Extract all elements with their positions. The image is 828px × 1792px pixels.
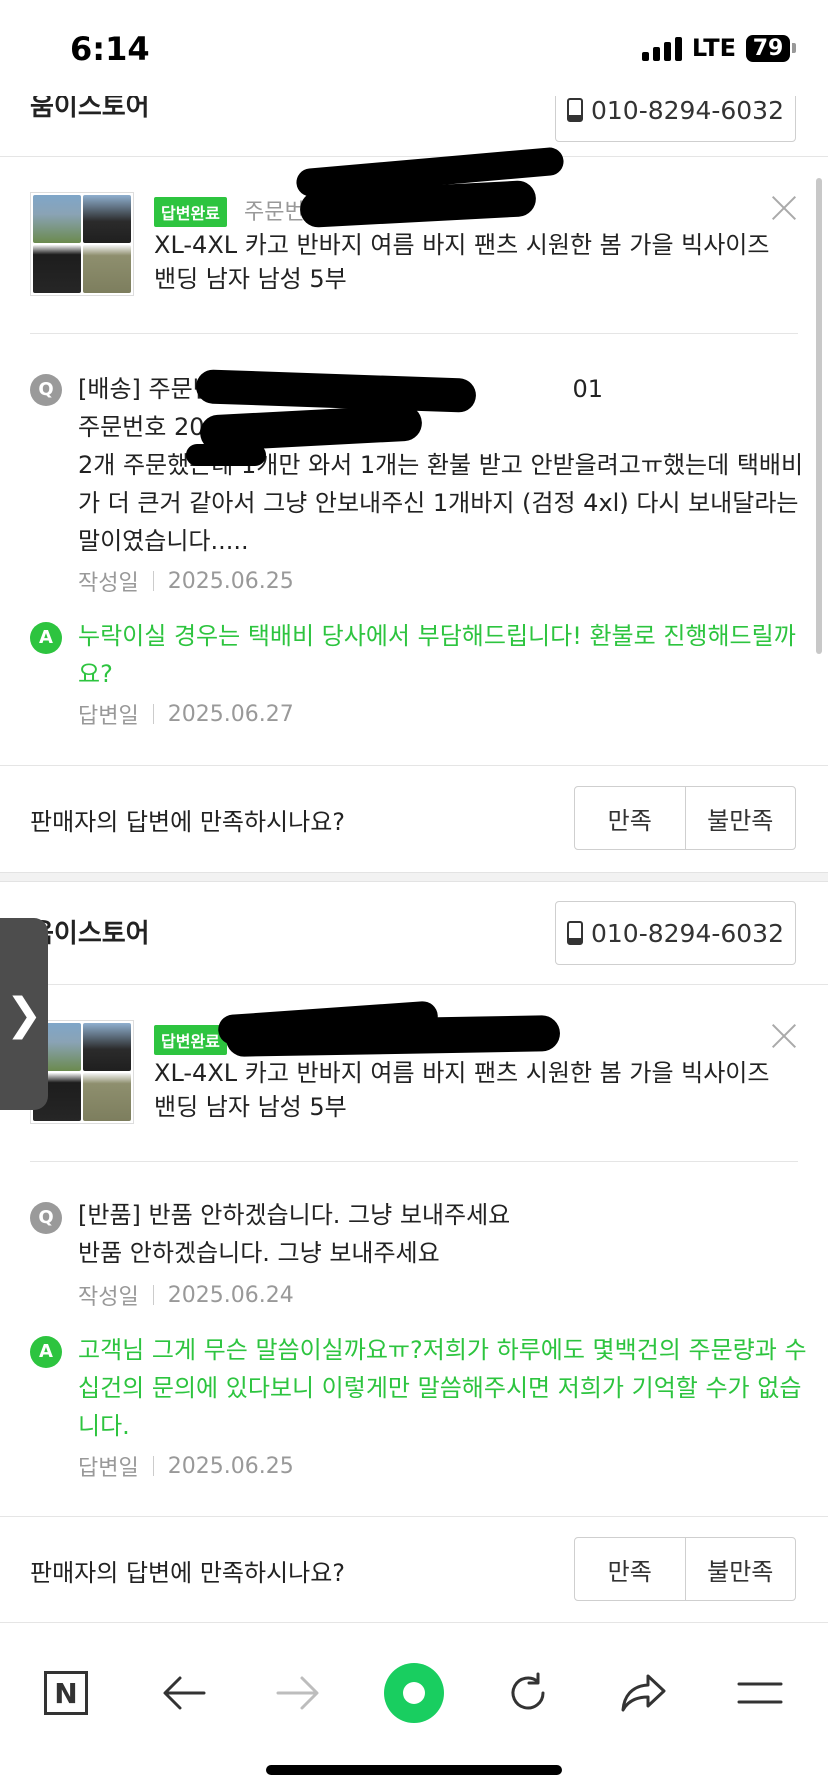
question-date-row: 작성일 2025.06.25 <box>78 565 294 597</box>
answer-text: 고객님 그게 무슨 말씀이실까요ㅠ?저희가 하루에도 몇백건의 주문량과 수 십… <box>78 1331 807 1445</box>
answer-line: 누락이실 경우는 택배비 당사에서 부담해드립니다! 환불로 진행해드릴까 <box>78 622 796 650</box>
answer-line: 니다. <box>78 1412 130 1440</box>
question-date-row: 작성일 2025.06.24 <box>78 1279 294 1311</box>
question-icon: Q <box>30 1202 62 1234</box>
answer-icon: A <box>30 1336 62 1368</box>
unsatisfied-button[interactable]: 불만족 <box>684 787 796 849</box>
question-date: 2025.06.24 <box>167 1282 294 1308</box>
question-date-label: 작성일 <box>78 571 139 596</box>
phone-icon <box>566 98 583 122</box>
status-indicators: LTE 79 <box>641 34 796 62</box>
satisfied-button[interactable]: 만족 <box>575 1538 685 1600</box>
answer-date-label: 답변일 <box>78 1456 139 1481</box>
answer-date: 2025.06.27 <box>167 701 294 727</box>
divider <box>30 1161 798 1162</box>
menu-button[interactable] <box>720 1653 800 1733</box>
product-title[interactable]: XL-4XL 카고 반바지 여름 바지 팬츠 시원한 봄 가을 빅사이즈 밴딩 … <box>154 228 774 296</box>
back-button[interactable] <box>144 1653 224 1733</box>
browser-toolbar: N <box>0 1622 828 1792</box>
question-line: 주문번호 20 <box>78 413 205 441</box>
refresh-button[interactable] <box>488 1653 568 1733</box>
answer-line: 십건의 문의에 있다보니 이렇게만 말씀해주시면 저희가 기억할 수가 없습 <box>78 1374 802 1402</box>
battery-level: 79 <box>746 34 790 62</box>
question-line: 말이였습니다..... <box>78 527 249 555</box>
answer-icon: A <box>30 622 62 654</box>
store-header: 움이스토어 010-8294-6032 <box>0 895 828 980</box>
redaction-mark <box>225 1015 561 1057</box>
answer-line: 요? <box>78 660 113 688</box>
back-arrow-icon <box>163 1676 206 1710</box>
product-title[interactable]: XL-4XL 카고 반바지 여름 바지 팬츠 시원한 봄 가을 빅사이즈 밴딩 … <box>154 1056 774 1124</box>
home-indicator[interactable] <box>266 1765 562 1775</box>
satisfied-button[interactable]: 만족 <box>575 787 685 849</box>
answer-date: 2025.06.25 <box>167 1453 294 1479</box>
redaction-mark <box>186 444 266 466</box>
battery-icon: 79 <box>746 34 796 62</box>
feedback-buttons: 만족 불만족 <box>574 786 796 850</box>
phone-number: 010-8294-6032 <box>590 95 784 125</box>
naver-home-button[interactable]: N <box>26 1653 106 1733</box>
question-line: [반품] 반품 안하겠습니다. 그냥 보내주세요 <box>78 1201 511 1229</box>
scrollbar[interactable] <box>816 178 822 654</box>
divider <box>0 156 828 157</box>
answer-line: 고객님 그게 무슨 말씀이실까요ㅠ?저희가 하루에도 몇백건의 주문량과 수 <box>78 1336 807 1364</box>
answer-date-row: 답변일 2025.06.27 <box>78 698 294 730</box>
divider <box>0 1516 828 1517</box>
share-icon <box>621 1674 666 1712</box>
card-separator <box>0 872 828 882</box>
question-line: 반품 안하겠습니다. 그냥 보내주세요 <box>78 1239 440 1267</box>
menu-icon <box>737 1682 783 1704</box>
question-line: 가 더 큰거 같아서 그냥 안보내주신 1개바지 (검정 4xl) 다시 보내달… <box>78 489 799 517</box>
feedback-question: 판매자의 답변에 만족하시나요? <box>30 1559 346 1587</box>
divider <box>0 765 828 766</box>
unsatisfied-button[interactable]: 불만족 <box>684 1538 796 1600</box>
refresh-icon <box>511 1672 545 1710</box>
side-panel-handle[interactable]: ❯ <box>0 918 48 1110</box>
phone-call-button[interactable]: 010-8294-6032 <box>555 901 796 965</box>
close-icon[interactable] <box>770 194 798 222</box>
share-button[interactable] <box>604 1653 684 1733</box>
question-text: [반품] 반품 안하겠습니다. 그냥 보내주세요 반품 안하겠습니다. 그냥 보… <box>78 1196 798 1272</box>
question-icon: Q <box>30 374 62 406</box>
answered-badge: 답변완료 <box>154 197 227 227</box>
answered-badge: 답변완료 <box>154 1025 227 1055</box>
signal-icon <box>641 35 682 61</box>
question-date-label: 작성일 <box>78 1285 139 1310</box>
phone-icon <box>566 921 583 945</box>
answer-date-row: 답변일 2025.06.25 <box>78 1450 294 1482</box>
naver-n-icon: N <box>44 1671 88 1715</box>
network-label: LTE <box>691 34 736 62</box>
close-icon[interactable] <box>770 1022 798 1050</box>
green-home-button[interactable] <box>374 1653 454 1733</box>
forward-arrow-icon <box>276 1676 319 1710</box>
divider <box>0 984 828 985</box>
green-home-icon <box>384 1663 444 1723</box>
phone-number: 010-8294-6032 <box>590 918 784 948</box>
status-time: 6:14 <box>70 30 150 68</box>
feedback-buttons: 만족 불만족 <box>574 1537 796 1601</box>
answer-text: 누락이실 경우는 택배비 당사에서 부담해드립니다! 환불로 진행해드릴까 요? <box>78 617 798 693</box>
product-thumbnail[interactable] <box>30 192 134 296</box>
status-bar: 6:14 LTE 79 <box>0 0 828 96</box>
divider <box>30 333 798 334</box>
forward-button[interactable] <box>258 1653 338 1733</box>
answer-date-label: 답변일 <box>78 704 139 729</box>
question-date: 2025.06.25 <box>167 568 294 594</box>
feedback-question: 판매자의 답변에 만족하시나요? <box>30 808 346 836</box>
